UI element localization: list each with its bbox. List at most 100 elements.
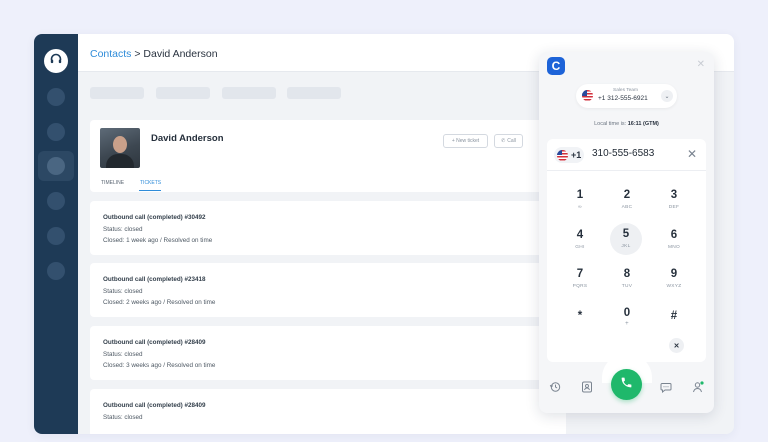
key-4[interactable]: 4 GHI (563, 224, 597, 258)
dial-call-button[interactable] (611, 369, 642, 400)
keypad-panel: +1 310-555-6583 ✕ 1 ∞ 2 ABC 3 DEF 4 GHI 5 JKL… (547, 139, 706, 362)
us-flag-icon (582, 90, 593, 101)
local-time-value: 16:11 (GTM) (627, 121, 659, 127)
key-letters: PQRS (572, 284, 588, 289)
key-digit: 6 (670, 229, 678, 241)
call-button-label: Call (507, 138, 516, 144)
key-5[interactable]: 5 JKL (610, 223, 642, 255)
key-letters: + (625, 321, 629, 327)
country-code-selector[interactable]: +1 (554, 147, 584, 163)
ticket-status: Status: closed (103, 351, 143, 358)
ticket-title: Outbound call (completed) #28409 (103, 402, 206, 409)
sidebar-item-contacts[interactable] (47, 157, 65, 175)
line-number: +1 312-555-6921 (598, 95, 648, 102)
chat-icon[interactable] (660, 380, 672, 394)
ticket-card[interactable]: Outbound call (completed) #23418 Status:… (90, 263, 566, 317)
key-letters: ABC (621, 205, 633, 210)
dialer-widget: C ✕ Sales Team +1 312-555-6921 ⌄ Local t… (539, 52, 714, 413)
sidebar-item-2[interactable] (47, 123, 65, 141)
key-digit: 8 (623, 268, 631, 280)
phone-icon: ✆ (501, 138, 506, 144)
key-6[interactable]: 6 MNO (657, 224, 691, 258)
line-selector[interactable]: Sales Team +1 312-555-6921 ⌄ (576, 84, 677, 108)
sidebar-item-4[interactable] (47, 192, 65, 210)
key-letters: GHI (575, 245, 585, 250)
key-digit: 2 (623, 189, 631, 201)
key-digit: 1 (576, 189, 584, 201)
ticket-status: Status: closed (103, 288, 143, 295)
headset-icon (49, 52, 63, 71)
ticket-card[interactable]: Outbound call (completed) #30492 Status:… (90, 201, 566, 255)
us-flag-icon (557, 149, 568, 161)
key-digit: # (670, 310, 678, 322)
sidebar-item-6[interactable] (47, 262, 65, 280)
phone-icon (620, 376, 633, 394)
key-9[interactable]: 9 WXYZ (657, 263, 691, 297)
contact-card: David Anderson + New ticket ✆ Call TIMELI… (90, 120, 552, 192)
contact-name: David Anderson (151, 133, 224, 144)
app-logo[interactable] (44, 49, 68, 73)
key-letters: TUV (621, 284, 633, 289)
ticket-card[interactable]: Outbound call (completed) #28409 Status:… (90, 389, 566, 434)
chevron-down-icon[interactable]: ⌄ (661, 90, 673, 102)
key-digit: 5 (622, 228, 630, 240)
local-time-label: Local time is: (594, 121, 628, 127)
key-digit: 0 (623, 307, 631, 319)
key-star[interactable]: * (563, 305, 597, 339)
key-letters: WXYZ (666, 284, 682, 289)
dialer-logo: C (547, 57, 565, 75)
sidebar-item-1[interactable] (47, 88, 65, 106)
key-8[interactable]: 8 TUV (610, 263, 644, 297)
close-icon[interactable]: ✕ (697, 59, 705, 70)
voicemail-icon: ∞ (578, 205, 582, 210)
clear-number-icon[interactable]: ✕ (687, 147, 697, 161)
line-name: Sales Team (613, 88, 638, 93)
sidebar (34, 34, 78, 434)
key-1[interactable]: 1 ∞ (563, 184, 597, 218)
ticket-title: Outbound call (completed) #30492 (103, 214, 206, 221)
user-status-icon[interactable] (692, 380, 704, 393)
history-icon[interactable] (549, 380, 561, 392)
key-digit: 9 (670, 268, 678, 280)
tab-active-indicator (139, 190, 161, 191)
number-row: +1 310-555-6583 ✕ (547, 139, 706, 171)
sidebar-item-5[interactable] (47, 227, 65, 245)
avatar (100, 128, 140, 168)
key-digit: 7 (576, 268, 584, 280)
key-3[interactable]: 3 DEF (657, 184, 691, 218)
key-digit: 4 (576, 229, 584, 241)
filter-pill-3[interactable] (222, 87, 276, 99)
contact-tabs: TIMELINE TICKETS (90, 177, 552, 192)
filter-pill-1[interactable] (90, 87, 144, 99)
call-button[interactable]: ✆ Call (494, 134, 523, 148)
ticket-closed: Closed: 2 weeks ago / Resolved on time (103, 299, 216, 306)
key-letters: DEF (668, 205, 680, 210)
filter-pill-4[interactable] (287, 87, 341, 99)
backspace-icon[interactable]: ✕ (669, 338, 684, 353)
tab-timeline[interactable]: TIMELINE (101, 180, 124, 186)
dialed-number-input[interactable]: 310-555-6583 (592, 148, 654, 159)
key-0[interactable]: 0 + (610, 302, 644, 336)
key-digit: 3 (670, 189, 678, 201)
key-2[interactable]: 2 ABC (610, 184, 644, 218)
local-time: Local time is: 16:11 (GTM) (539, 121, 714, 127)
filter-pill-2[interactable] (156, 87, 210, 99)
ticket-card[interactable]: Outbound call (completed) #28409 Status:… (90, 326, 566, 380)
ticket-closed: Closed: 3 weeks ago / Resolved on time (103, 362, 216, 369)
contacts-icon[interactable] (581, 380, 593, 393)
ticket-closed: Closed: 1 week ago / Resolved on time (103, 237, 213, 244)
breadcrumb-contacts-link[interactable]: Contacts (90, 48, 131, 60)
ticket-title: Outbound call (completed) #28409 (103, 339, 206, 346)
country-code: +1 (571, 150, 582, 160)
breadcrumb-separator: > (131, 48, 144, 60)
key-letters: MNO (667, 245, 681, 250)
key-digit: * (577, 310, 583, 322)
breadcrumb: Contacts > David Anderson (90, 48, 218, 60)
new-ticket-button[interactable]: + New ticket (443, 134, 488, 148)
ticket-status: Status: closed (103, 226, 143, 233)
key-hash[interactable]: # (657, 305, 691, 339)
ticket-status: Status: closed (103, 414, 143, 421)
key-7[interactable]: 7 PQRS (563, 263, 597, 297)
tab-tickets[interactable]: TICKETS (140, 180, 161, 186)
ticket-title: Outbound call (completed) #23418 (103, 276, 206, 283)
